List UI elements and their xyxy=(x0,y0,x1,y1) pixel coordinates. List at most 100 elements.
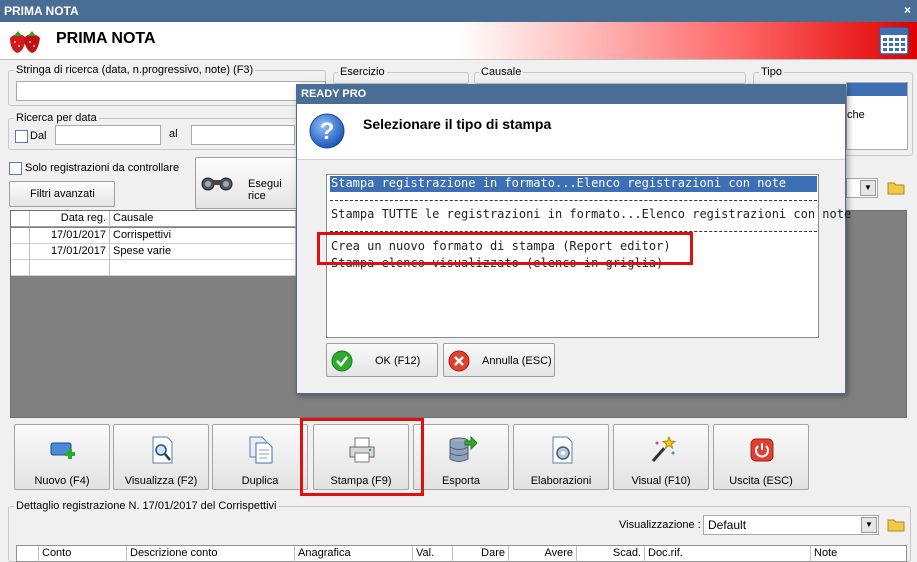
question-icon: ? xyxy=(309,113,345,149)
visualizza-button[interactable]: Visualizza (F2) xyxy=(113,424,209,490)
al-label: al xyxy=(169,128,178,140)
chevron-down-icon[interactable]: ▼ xyxy=(860,180,876,196)
tipo-selected-row[interactable] xyxy=(847,83,907,96)
folder-icon[interactable] xyxy=(886,178,906,198)
detail-label: Dettaglio registrazione N. 17/01/2017 de… xyxy=(14,500,279,512)
tipo-label: Tipo xyxy=(759,66,784,78)
date-search-label: Ricerca per data xyxy=(14,112,99,124)
calendar-icon[interactable] xyxy=(879,27,909,55)
chevron-down-icon[interactable]: ▼ xyxy=(861,517,877,533)
new-record-icon xyxy=(50,442,75,459)
cell-causale: Corrispettivi xyxy=(110,228,296,244)
visualizza-label: Visualizza (F2) xyxy=(124,475,198,487)
stampa-highlight xyxy=(300,418,424,496)
table-row[interactable]: 17/01/2017 Corrispettivi xyxy=(11,228,296,244)
duplicate-icon xyxy=(249,436,273,464)
folder-icon[interactable] xyxy=(886,515,906,535)
row-gutter xyxy=(11,244,30,260)
elaborazioni-label: Elaborazioni xyxy=(530,475,592,487)
tipo-item-label: che xyxy=(847,109,865,121)
search-string-label: Stringa di ricerca (data, n.progressivo,… xyxy=(14,64,256,76)
cell-causale: Spese varie xyxy=(110,244,296,260)
view-document-icon xyxy=(152,436,173,464)
column-header-causale[interactable]: Causale xyxy=(110,211,296,227)
tipo-list[interactable]: che xyxy=(846,82,908,150)
process-gear-icon xyxy=(552,436,573,464)
visualizzazione-label: Visualizzazione : xyxy=(619,519,701,531)
cancel-button[interactable]: Annulla (ESC) xyxy=(443,343,555,377)
column-header-note[interactable]: Note xyxy=(811,546,906,562)
esegui-ricerca-button[interactable]: Esegui rice xyxy=(195,157,299,209)
binoculars-icon xyxy=(201,177,233,191)
cancel-label: Annulla (ESC) xyxy=(482,355,552,367)
duplica-label: Duplica xyxy=(241,475,279,487)
column-header-anagrafica[interactable]: Anagrafica xyxy=(295,546,413,562)
row-gutter xyxy=(11,228,30,244)
column-header-dare[interactable]: Dare xyxy=(453,546,509,562)
column-header-conto[interactable]: Conto xyxy=(39,546,127,562)
window-title: PRIMA NOTA xyxy=(4,4,79,18)
ok-button[interactable]: OK (F12) xyxy=(326,343,438,377)
esporta-button[interactable]: Esporta xyxy=(413,424,509,490)
nuovo-label: Nuovo (F4) xyxy=(34,475,90,487)
dal-label: Dal xyxy=(30,130,47,142)
filtri-avanzati-button[interactable]: Filtri avanzati xyxy=(9,181,115,207)
duplica-button[interactable]: Duplica xyxy=(212,424,308,490)
uscita-label: Uscita (ESC) xyxy=(729,475,793,487)
visualizzazione-value: Default xyxy=(708,518,747,532)
dialog-titlebar: READY PRO xyxy=(297,85,845,104)
window-titlebar: PRIMA NOTA × xyxy=(0,0,917,22)
cell-causale xyxy=(110,260,296,276)
column-header-docrif[interactable]: Doc.rif. xyxy=(645,546,811,562)
column-header-scad[interactable]: Scad. xyxy=(577,546,645,562)
esporta-label: Esporta xyxy=(442,475,480,487)
export-database-icon xyxy=(449,435,477,462)
visual-button[interactable]: Visual (F10) xyxy=(613,424,709,490)
grid-header: Data reg. Causale xyxy=(11,211,296,227)
ok-label: OK (F12) xyxy=(375,355,421,367)
elaborazioni-button[interactable]: Elaborazioni xyxy=(513,424,609,490)
print-option-single[interactable]: Stampa registrazione in formato...Elenco… xyxy=(330,176,817,192)
strawberry-logo-icon xyxy=(10,31,40,53)
filter-dropdown[interactable]: ▼ xyxy=(846,178,878,198)
option-separator xyxy=(330,200,817,201)
print-option-all[interactable]: Stampa TUTTE le registrazioni in formato… xyxy=(330,207,851,223)
causale-label: Causale xyxy=(479,66,524,78)
filtri-avanzati-label: Filtri avanzati xyxy=(30,188,95,200)
row-gutter xyxy=(11,260,30,276)
column-header-val[interactable]: Val. xyxy=(413,546,453,562)
dal-checkbox[interactable] xyxy=(15,130,28,143)
checkmark-icon xyxy=(331,350,353,372)
dialog-question: Selezionare il tipo di stampa xyxy=(363,116,552,132)
power-exit-icon xyxy=(750,438,774,462)
new-format-highlight xyxy=(317,232,693,265)
search-input[interactable] xyxy=(16,81,326,101)
dialog-header: ? Selezionare il tipo di stampa xyxy=(297,104,845,160)
cell-date: 17/01/2017 xyxy=(30,228,110,244)
solo-controllare-label: Solo registrazioni da controllare xyxy=(25,162,180,174)
app-header: PRIMA NOTA xyxy=(0,22,917,60)
detail-grid[interactable]: Conto Descrizione conto Anagrafica Val. … xyxy=(16,545,907,562)
cancel-icon xyxy=(448,350,470,372)
cell-date: 17/01/2017 xyxy=(30,244,110,260)
table-row[interactable]: 17/01/2017 Spese varie xyxy=(11,244,296,260)
column-header-data-reg[interactable]: Data reg. xyxy=(30,211,110,227)
dal-date-field[interactable] xyxy=(55,125,161,145)
page-title: PRIMA NOTA xyxy=(56,30,156,47)
grid-gutter xyxy=(11,211,30,227)
nuovo-button[interactable]: Nuovo (F4) xyxy=(14,424,110,490)
column-header-avere[interactable]: Avere xyxy=(509,546,577,562)
magic-wand-icon xyxy=(651,435,677,462)
esegui-ricerca-label: Esegui rice xyxy=(248,178,282,202)
close-icon[interactable]: × xyxy=(904,3,911,17)
table-row-empty[interactable] xyxy=(11,260,296,276)
svg-text:?: ? xyxy=(320,118,335,145)
cell-date xyxy=(30,260,110,276)
visualizzazione-select[interactable]: Default ▼ xyxy=(703,515,879,535)
al-date-field[interactable] xyxy=(191,125,295,145)
esercizio-label: Esercizio xyxy=(338,66,387,78)
uscita-button[interactable]: Uscita (ESC) xyxy=(713,424,809,490)
column-header-descrizione[interactable]: Descrizione conto xyxy=(127,546,295,562)
solo-controllare-checkbox[interactable] xyxy=(9,162,22,175)
visual-label: Visual (F10) xyxy=(631,475,691,487)
